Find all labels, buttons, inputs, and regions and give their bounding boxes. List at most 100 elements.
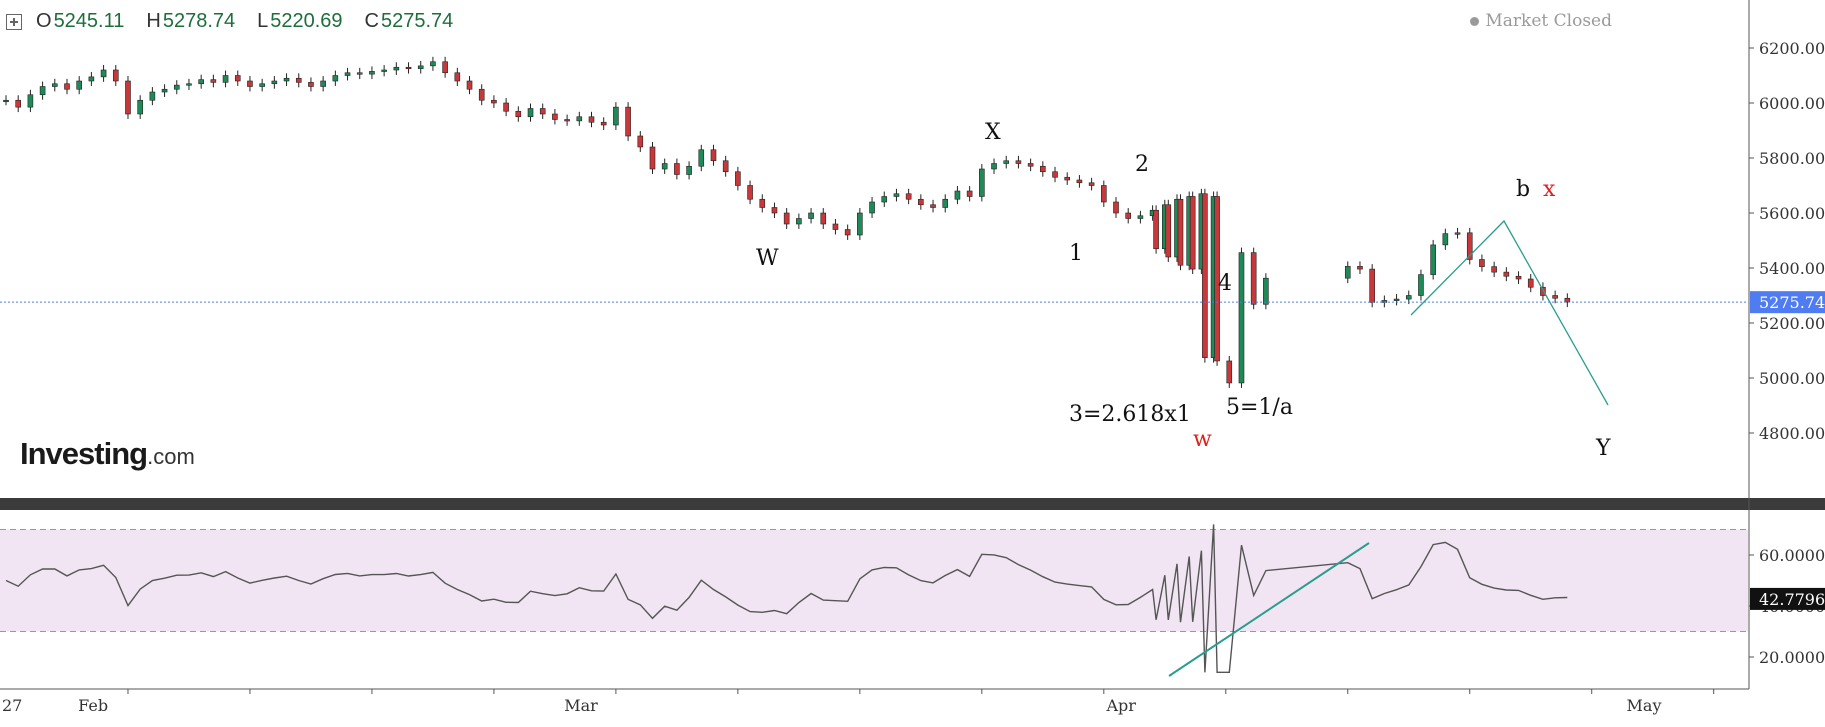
candle-body	[369, 71, 375, 75]
candle-body	[1003, 160, 1010, 164]
candle-body	[137, 99, 143, 115]
candle-body	[1393, 298, 1400, 301]
wave-label: Y	[1595, 436, 1611, 461]
candle-body	[600, 121, 607, 126]
wave-label: 5=1/a	[1226, 395, 1293, 420]
price-tick-label: 5600.00	[1759, 204, 1825, 223]
candle-body	[466, 80, 473, 90]
candle-body	[893, 193, 900, 197]
candle-body	[149, 91, 156, 101]
candle-body	[698, 149, 705, 167]
candle-body	[88, 76, 95, 82]
candle-body	[1503, 271, 1510, 277]
candle-body	[1052, 171, 1058, 178]
candle-body	[613, 106, 619, 126]
candle-body	[1515, 275, 1522, 280]
candle-body	[1357, 266, 1363, 270]
wave-label: W	[756, 246, 779, 271]
wave-label: 2	[1135, 152, 1149, 177]
candle-body	[1101, 185, 1107, 203]
high-label: H	[146, 10, 161, 32]
candle-body	[796, 218, 802, 225]
rsi-value-label: 42.7796	[1759, 590, 1825, 609]
candle-body	[393, 66, 400, 71]
candle-body	[442, 61, 448, 74]
price-tick-label: 5200.00	[1759, 314, 1825, 333]
candle-body	[1088, 182, 1095, 186]
wave-label: 3=2.618x1	[1069, 402, 1191, 427]
wave-label: w	[1193, 427, 1212, 452]
add-indicator-icon[interactable]	[6, 13, 22, 30]
price-tick-label: 5000.00	[1759, 369, 1825, 388]
candle-body	[771, 207, 778, 214]
candle-body	[881, 196, 888, 203]
candle-body	[1064, 176, 1071, 181]
candle-body	[39, 86, 46, 96]
candle-body	[588, 116, 595, 123]
candle-body	[76, 80, 82, 90]
price-tick-label: 4800.00	[1759, 424, 1825, 443]
candle-body	[832, 223, 839, 230]
candle-body	[1344, 266, 1351, 279]
candle-body	[1238, 252, 1245, 384]
candle-body	[173, 84, 180, 90]
candle-body	[552, 113, 558, 120]
candle-body	[808, 212, 814, 219]
candle-body	[1226, 360, 1233, 384]
candle-body	[27, 94, 34, 108]
candle-body	[661, 163, 668, 170]
candle-body	[186, 83, 192, 86]
candle-body	[491, 99, 497, 104]
market-status-text: Market Closed	[1485, 11, 1612, 31]
candle-body	[247, 80, 253, 87]
candle-body	[259, 83, 265, 87]
candle-body	[966, 190, 973, 197]
ohlc-readout: O 5245.11 H 5278.74 L 5220.69 C 5275.74	[6, 10, 453, 33]
candle-body	[674, 163, 680, 175]
close-value: 5275.74	[381, 10, 454, 32]
candle-body	[527, 108, 534, 118]
candle-body	[954, 190, 961, 200]
candle-body	[1405, 295, 1412, 300]
candle-body	[332, 75, 339, 82]
price-tick-label: 5800.00	[1759, 149, 1825, 168]
candle-body	[1137, 215, 1144, 219]
candle-body	[1076, 179, 1083, 184]
candle-body	[1479, 259, 1485, 267]
time-axis-label: Feb	[78, 696, 108, 715]
candle-body	[515, 110, 522, 118]
price-tick-label: 5400.00	[1759, 259, 1825, 278]
candle-body	[1189, 196, 1196, 270]
wave-label: 1	[1069, 241, 1083, 266]
price-tick-label: 6200.00	[1759, 39, 1825, 58]
candle-body	[783, 212, 790, 225]
time-axis-label: 27	[2, 696, 22, 715]
time-axis-label: Apr	[1106, 696, 1137, 715]
candle-body	[454, 72, 461, 82]
candle-body	[51, 83, 58, 87]
candle-body	[222, 75, 229, 83]
candle-body	[283, 77, 290, 82]
pane-separator	[0, 498, 1825, 510]
candle-body	[100, 69, 107, 78]
candle-body	[1564, 297, 1571, 303]
candle-body	[295, 77, 302, 83]
candle-body	[344, 72, 351, 76]
candle-body	[1027, 163, 1034, 167]
rsi-tick-label: 20.0000	[1759, 648, 1825, 667]
candle-body	[930, 204, 936, 208]
candle-body	[722, 160, 729, 173]
candle-body	[869, 201, 875, 214]
candle-body	[1369, 268, 1375, 303]
candle-body	[405, 66, 412, 70]
candle-body	[1177, 198, 1184, 266]
time-axis-label: Mar	[564, 696, 598, 715]
wave-label: 4	[1218, 271, 1232, 296]
time-axis-label: May	[1627, 696, 1662, 715]
candle-body	[381, 69, 387, 72]
chart-canvas[interactable]: 6200.00 6000.00 5800.00 5600.00 5400.00 5200.…	[0, 0, 1825, 727]
candle-body	[161, 88, 168, 93]
candle-body	[1040, 165, 1046, 173]
logo-domain-text: .com	[147, 444, 195, 469]
candle-body	[1113, 201, 1119, 214]
